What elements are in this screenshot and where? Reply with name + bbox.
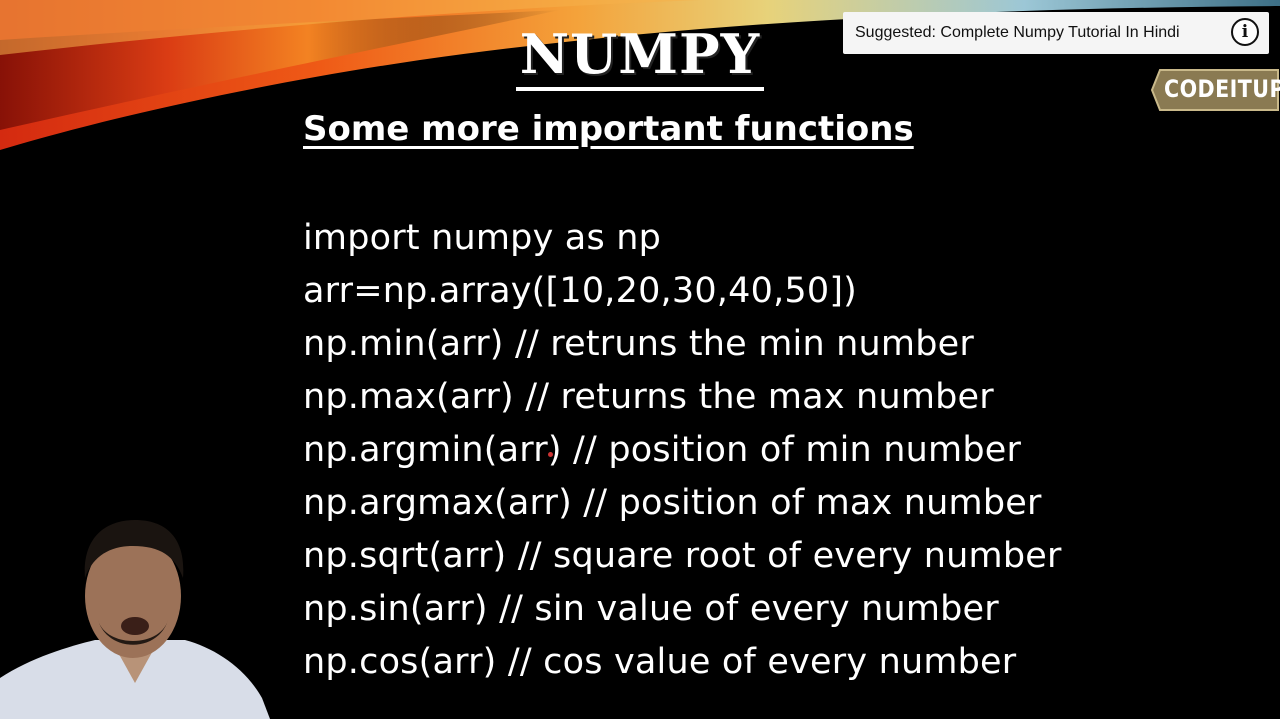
mouse-cursor-dot [548,452,553,457]
code-line-sin: np.sin(arr) // sin value of every number [303,589,999,629]
suggested-video-card[interactable]: Suggested: Complete Numpy Tutorial In Hi… [843,12,1269,54]
codeitup-logo-text: CODEITUP [1164,75,1280,103]
code-line-array: arr=np.array([10,20,30,40,50]) [303,271,858,311]
code-line-argmin: np.argmin(arr) // position of min number [303,430,1022,470]
code-line-max: np.max(arr) // returns the max number [303,377,994,417]
info-icon[interactable]: i [1231,18,1259,46]
slide-title-text: NUMPY [515,23,765,91]
presenter-webcam [0,520,270,719]
slide-subtitle: Some more important functions [303,109,914,149]
code-line-cos: np.cos(arr) // cos value of every number [303,642,1017,682]
code-block: import numpy as np arr=np.array([10,20,3… [303,212,1062,689]
code-line-import: import numpy as np [303,218,662,258]
video-frame[interactable]: NUMPY Some more important functions impo… [0,0,1280,719]
code-line-min: np.min(arr) // retruns the min number [303,324,974,364]
suggested-video-text[interactable]: Suggested: Complete Numpy Tutorial In Hi… [855,24,1180,42]
code-line-argmax: np.argmax(arr) // position of max number [303,483,1042,523]
code-line-sqrt: np.sqrt(arr) // square root of every num… [303,536,1062,576]
